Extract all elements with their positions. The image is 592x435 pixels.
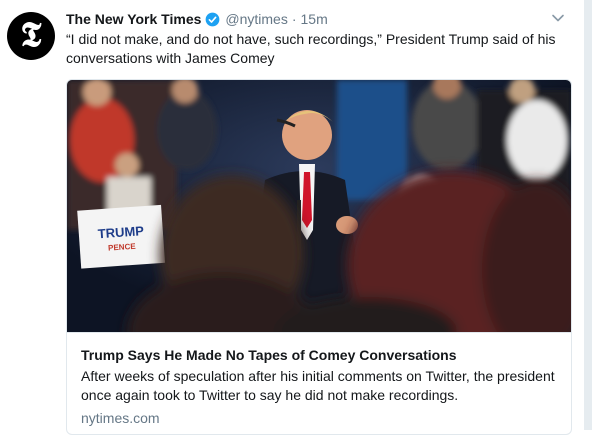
- author-name[interactable]: The New York Times: [66, 11, 201, 27]
- card-body: Trump Says He Made No Tapes of Comey Con…: [67, 332, 571, 426]
- card-domain: nytimes.com: [81, 410, 160, 426]
- card-description: After weeks of speculation after his ini…: [81, 368, 555, 403]
- scrollbar-track[interactable]: [584, 0, 592, 430]
- tweet-header: The New York Times @nytimes · 15m: [66, 9, 564, 29]
- verified-badge-icon: [206, 12, 220, 26]
- author-handle[interactable]: @nytimes: [225, 11, 287, 27]
- card-title[interactable]: Trump Says He Made No Tapes of Comey Con…: [81, 346, 561, 364]
- card-photo: TRUMP PENCE: [67, 80, 571, 332]
- tweet[interactable]: 𝕿 The New York Times @nytimes · 15m “I d…: [0, 0, 584, 435]
- avatar[interactable]: 𝕿: [7, 12, 55, 60]
- link-card[interactable]: TRUMP PENCE Trump Says He Made No Tapes …: [66, 79, 572, 435]
- timestamp[interactable]: 15m: [301, 11, 328, 27]
- chevron-down-icon[interactable]: [550, 10, 566, 26]
- tweet-text: “I did not make, and do not have, such r…: [66, 31, 556, 66]
- separator-dot: ·: [291, 11, 297, 27]
- nyt-logo-glyph: 𝕿: [20, 15, 42, 55]
